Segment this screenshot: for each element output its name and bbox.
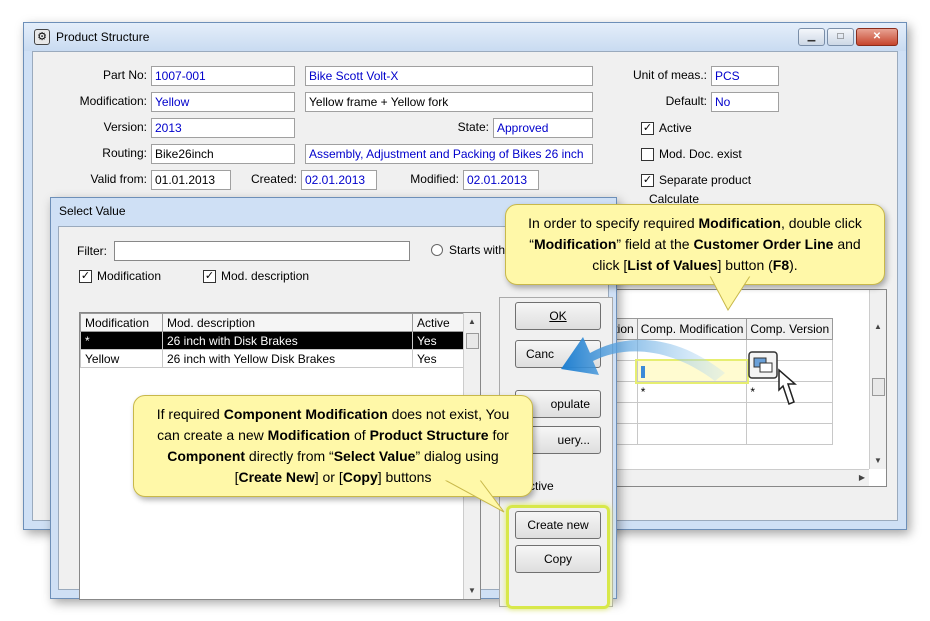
mod-doc-exist-label: Mod. Doc. exist: [659, 147, 742, 161]
row-modification[interactable]: Yellow: [80, 349, 163, 368]
modification-filter-label: Modification: [97, 269, 162, 283]
routing-description-field[interactable]: Assembly, Adjustment and Packing of Bike…: [305, 144, 593, 164]
check-icon: ✓: [641, 173, 654, 187]
starts-with-label: Starts with: [449, 243, 506, 257]
grid-vertical-scrollbar[interactable]: ▲ ▼: [869, 290, 886, 469]
create-new-button[interactable]: Create new: [515, 511, 601, 539]
active-checkbox[interactable]: ✓ Active: [641, 121, 692, 135]
routing-field[interactable]: Bike26inch: [151, 144, 295, 164]
populate-button-label: opulate: [550, 397, 590, 411]
scroll-down-icon[interactable]: ▼: [874, 456, 882, 465]
routing-label: Routing:: [102, 146, 147, 160]
column-header-modification[interactable]: Modification: [80, 313, 163, 332]
mod-description-filter-checkbox[interactable]: ✓ Mod. description: [203, 269, 309, 283]
scroll-down-icon[interactable]: ▼: [468, 586, 476, 595]
part-description-field[interactable]: Bike Scott Volt-X: [305, 66, 593, 86]
version-field[interactable]: 2013: [151, 118, 295, 138]
checkbox-empty-icon: [641, 147, 654, 161]
scroll-up-icon[interactable]: ▲: [468, 317, 476, 326]
component-grid[interactable]: eration Comp. Modification Comp. Version…: [600, 289, 887, 487]
check-icon: ✓: [641, 121, 654, 135]
dialog-title: Select Value: [59, 204, 126, 218]
cancel-button-label: Canc: [526, 347, 555, 361]
close-button[interactable]: ✕: [856, 28, 898, 46]
created-label: Created:: [250, 172, 297, 186]
valid-from-field[interactable]: 01.01.2013: [151, 170, 231, 190]
copy-button-label: Copy: [543, 552, 572, 566]
grid-horizontal-scrollbar[interactable]: ▶: [601, 469, 869, 486]
modification-label: Modification:: [79, 94, 147, 108]
grid-header-comp-version[interactable]: Comp. Version: [746, 318, 834, 340]
modified-field[interactable]: 02.01.2013: [463, 170, 539, 190]
query-button-label: uery...: [557, 433, 590, 447]
default-label: Default:: [665, 94, 707, 108]
state-label: State:: [457, 120, 489, 134]
filter-input[interactable]: [114, 241, 410, 261]
ok-button-label: OK: [549, 309, 567, 323]
scroll-thumb[interactable]: [466, 333, 479, 349]
scroll-right-icon[interactable]: ▶: [859, 473, 865, 482]
separate-product-checkbox[interactable]: ✓ Separate product: [641, 173, 751, 187]
separate-product-label: Separate product: [659, 173, 752, 187]
table-row[interactable]: Yellow 26 inch with Yellow Disk Brakes Y…: [80, 349, 465, 368]
copy-button[interactable]: Copy: [515, 545, 601, 573]
mod-doc-exist-checkbox[interactable]: Mod. Doc. exist: [641, 147, 742, 161]
callout-list-of-values: In order to specify required Modificatio…: [505, 204, 885, 285]
check-icon: ✓: [79, 269, 92, 283]
modification-description-field[interactable]: Yellow frame + Yellow fork: [305, 92, 593, 112]
scroll-up-icon[interactable]: ▲: [874, 322, 882, 331]
version-label: Version:: [103, 120, 147, 134]
minimize-button[interactable]: ▁: [798, 28, 825, 46]
radio-icon: [431, 244, 443, 256]
column-header-mod-description[interactable]: Mod. description: [162, 313, 413, 332]
curved-arrow-icon: [561, 337, 725, 381]
modification-filter-checkbox[interactable]: ✓ Modification: [79, 269, 161, 283]
table-row[interactable]: * 26 inch with Disk Brakes Yes: [80, 331, 465, 350]
check-icon: ✓: [203, 269, 216, 283]
gear-icon: ⚙: [34, 29, 50, 45]
valid-from-label: Valid from:: [90, 172, 147, 186]
part-no-field[interactable]: 1007-001: [151, 66, 295, 86]
row-active[interactable]: Yes: [412, 331, 465, 350]
list-of-values-icon[interactable]: [745, 348, 815, 410]
row-modification[interactable]: *: [80, 331, 163, 350]
active-checkbox-label: Active: [659, 121, 692, 135]
state-field[interactable]: Approved: [493, 118, 593, 138]
starts-with-radio[interactable]: Starts with: [431, 243, 505, 257]
create-new-button-label: Create new: [527, 518, 589, 532]
column-header-active[interactable]: Active: [412, 313, 465, 332]
part-no-label: Part No:: [102, 68, 147, 82]
grid-cell[interactable]: [746, 423, 834, 445]
scroll-thumb[interactable]: [872, 378, 885, 396]
callout-bottom-tail: [444, 480, 505, 513]
unit-label: Unit of meas.:: [632, 68, 707, 82]
created-field[interactable]: 02.01.2013: [301, 170, 377, 190]
table-row[interactable]: 26: [601, 423, 834, 445]
default-field[interactable]: No: [711, 92, 779, 112]
grid-cell[interactable]: [636, 423, 748, 445]
modification-field[interactable]: Yellow: [151, 92, 295, 112]
grid-cell[interactable]: [636, 402, 748, 424]
modified-label: Modified:: [410, 172, 459, 186]
window-title: Product Structure: [56, 30, 150, 44]
filter-label: Filter:: [77, 244, 107, 258]
callout-top-tail: [709, 276, 751, 311]
window-titlebar[interactable]: ⚙ Product Structure ▁ □ ✕: [24, 23, 906, 51]
maximize-button[interactable]: □: [827, 28, 854, 46]
row-active[interactable]: Yes: [412, 349, 465, 368]
mod-description-filter-label: Mod. description: [221, 269, 310, 283]
row-description[interactable]: 26 inch with Disk Brakes: [162, 331, 413, 350]
hand-cursor-icon: [778, 368, 797, 405]
row-description[interactable]: 26 inch with Yellow Disk Brakes: [162, 349, 413, 368]
unit-field[interactable]: PCS: [711, 66, 779, 86]
